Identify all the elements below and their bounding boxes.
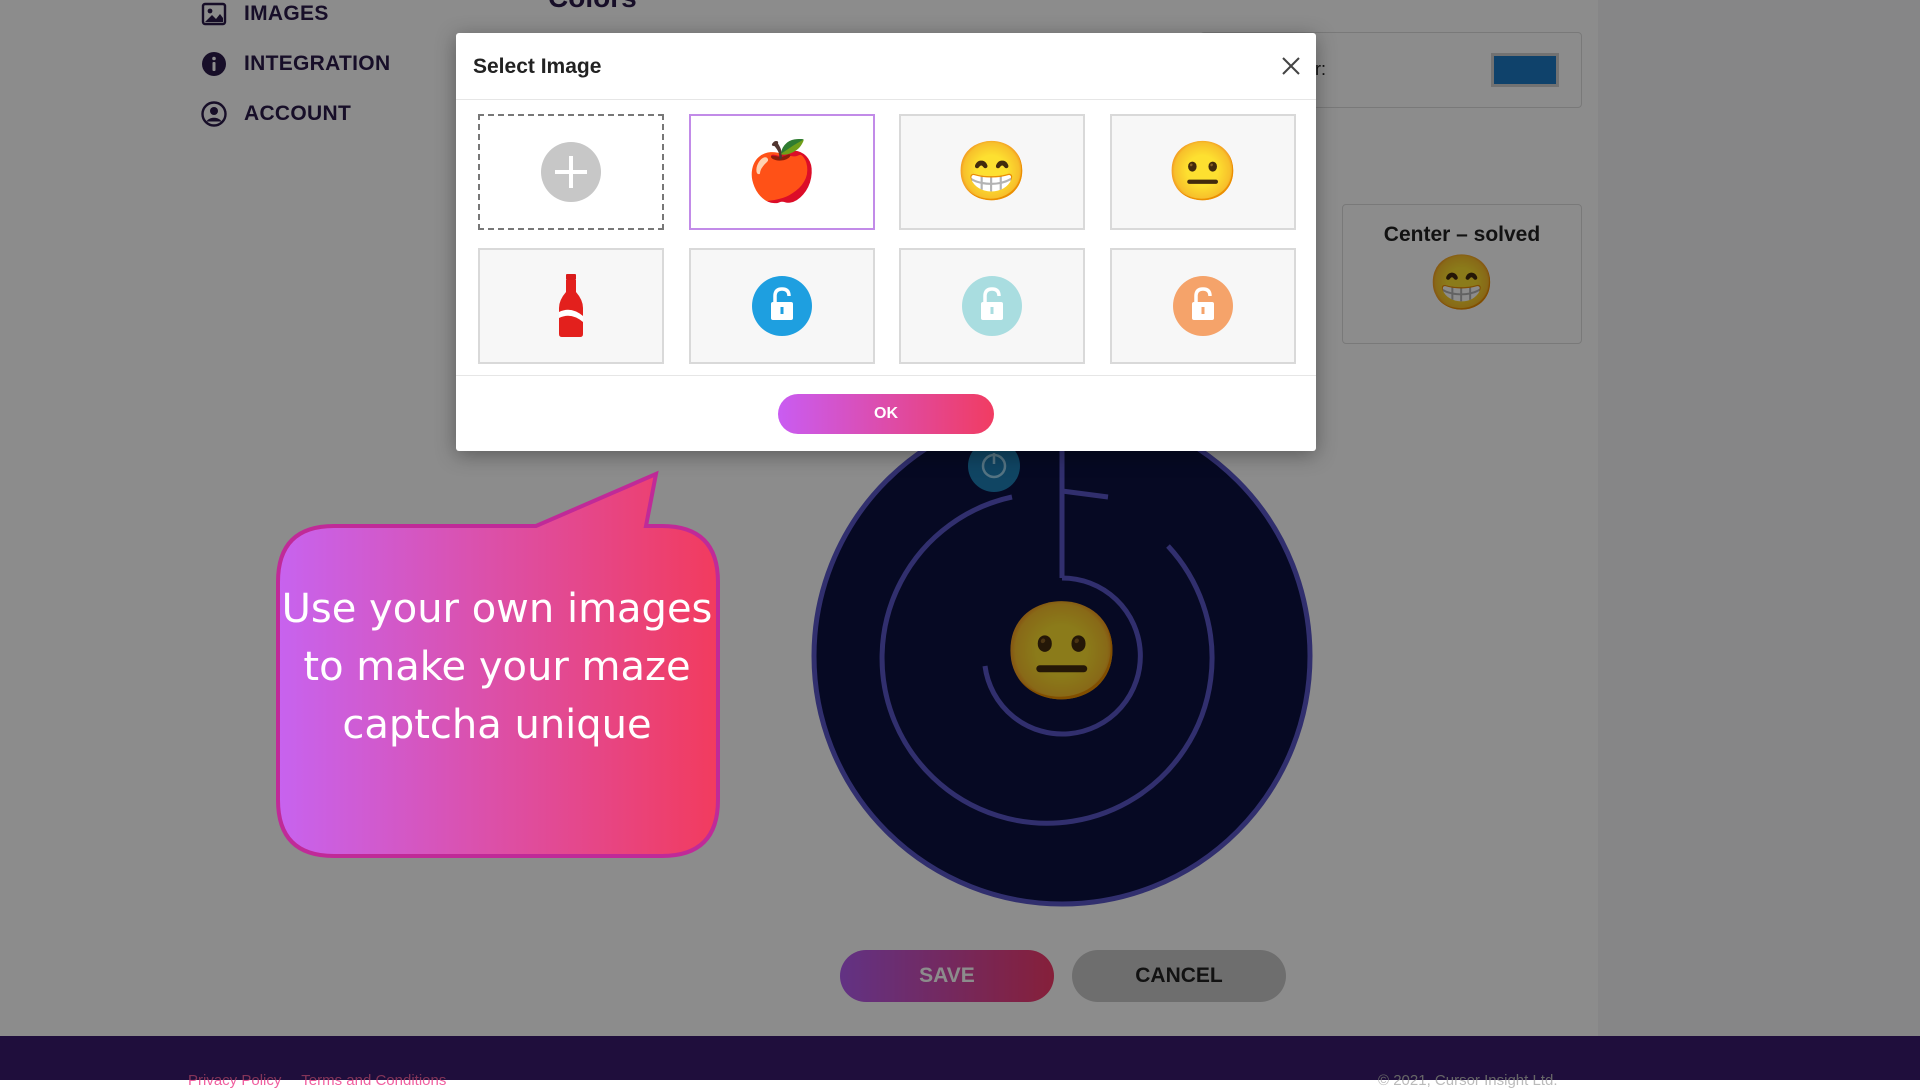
unlock-icon bbox=[1173, 276, 1233, 336]
select-image-dialog: Select Image 🍎 😁 😐 OK bbox=[456, 33, 1316, 451]
add-image-tile[interactable] bbox=[478, 114, 664, 230]
image-tile[interactable] bbox=[689, 248, 875, 364]
image-tile[interactable] bbox=[478, 248, 664, 364]
promo-callout: Use your own images to make your maze ca… bbox=[274, 470, 720, 860]
grinning-face-icon: 😁 bbox=[955, 139, 1029, 204]
close-icon[interactable] bbox=[1278, 53, 1304, 79]
neutral-face-icon: 😐 bbox=[1166, 139, 1240, 204]
image-tile[interactable] bbox=[1110, 248, 1296, 364]
dialog-title: Select Image bbox=[473, 55, 602, 78]
unlock-icon bbox=[962, 276, 1022, 336]
soda-bottle-icon bbox=[559, 274, 583, 337]
apple-icon: 🍎 bbox=[745, 139, 819, 204]
unlock-icon bbox=[752, 276, 812, 336]
dialog-header: Select Image bbox=[456, 33, 1316, 100]
image-tile[interactable]: 😐 bbox=[1110, 114, 1296, 230]
image-tile[interactable]: 😁 bbox=[899, 114, 1085, 230]
image-tile[interactable] bbox=[899, 248, 1085, 364]
image-tile[interactable]: 🍎 bbox=[689, 114, 875, 230]
ok-button[interactable]: OK bbox=[778, 394, 994, 434]
callout-text: Use your own images to make your maze ca… bbox=[281, 586, 713, 748]
dialog-footer: OK bbox=[456, 375, 1316, 452]
plus-icon bbox=[541, 142, 601, 202]
